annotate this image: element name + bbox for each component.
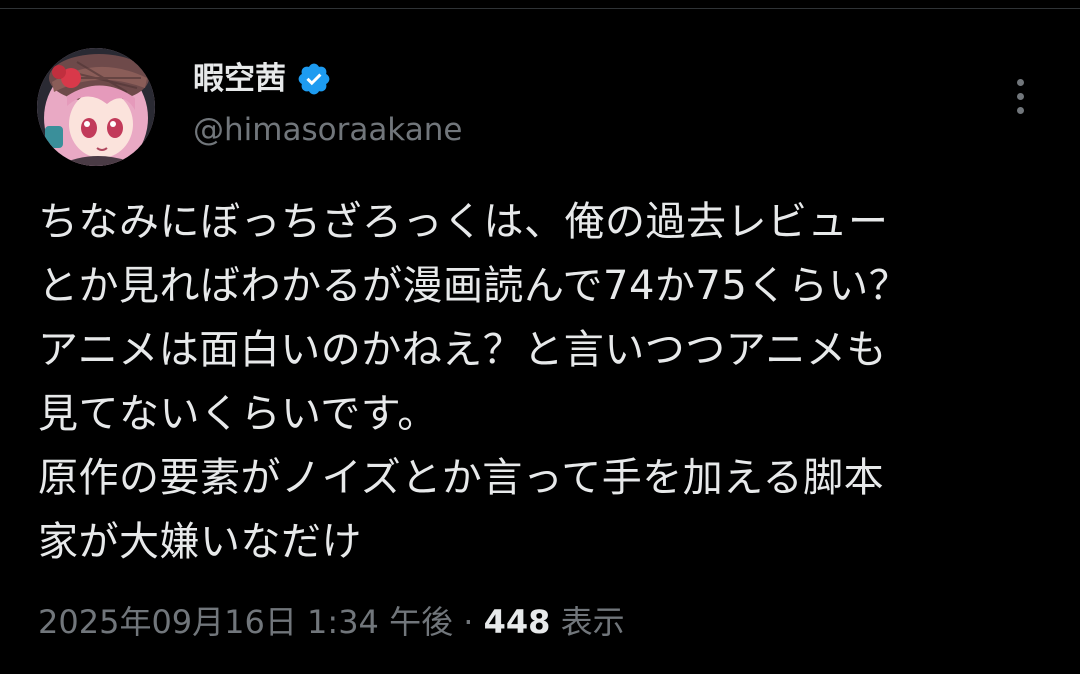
tweet-meta: 2025年09月16日 1:34 午後 · 448 表示 [38,596,625,648]
more-dot [1016,78,1024,86]
display-name[interactable]: 暇空茜 [193,56,286,102]
tweet-line: とか見ればわかるが漫画読んで74か75くらい？ [38,263,910,309]
tweet-line: ちなみにぼっちざろっくは、俺の過去レビュー [38,199,889,245]
tweet-text: ちなみにぼっちざろっくは、俺の過去レビュー とか見ればわかるが漫画読んで74か7… [38,190,1048,574]
views-count[interactable]: 448 [484,603,551,641]
tweet-line: 見てないくらいです。 [38,391,438,437]
verified-badge-icon[interactable] [296,61,332,97]
tweet-line: 家が大嫌いなだけ [38,519,362,565]
avatar-image [37,48,155,166]
more-dot [1016,92,1024,100]
author-handle[interactable]: @himasoraakane [193,108,462,152]
timestamp[interactable]: 2025年09月16日 1:34 午後 [38,603,453,641]
avatar[interactable] [37,48,155,166]
tweet-line: 原作の要素がノイズとか言って手を加える脚本 [38,455,885,501]
tweet-line: アニメは面白いのかねえ？と言いつつアニメも [38,327,887,373]
more-options-icon[interactable] [1000,72,1040,120]
more-dot [1016,106,1024,114]
views-label: 表示 [560,603,625,641]
top-divider [0,8,1080,9]
meta-separator: · [463,603,474,641]
author-row: 暇空茜 [193,56,332,102]
